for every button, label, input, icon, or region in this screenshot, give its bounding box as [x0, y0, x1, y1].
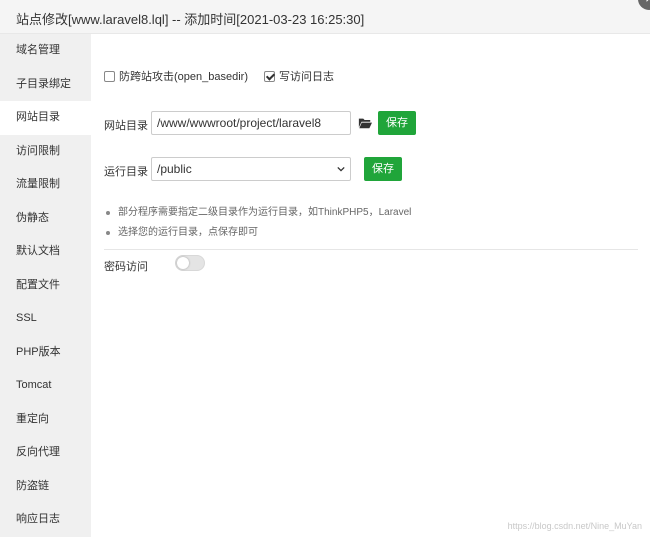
sidebar-item-hotlink-protection[interactable]: 防盗链 — [0, 470, 91, 504]
tip-item: 选择您的运行目录，点保存即可 — [104, 226, 638, 246]
run-dir-label: 运行目录 — [104, 166, 148, 178]
main-panel: 防跨站攻击(open_basedir) 写访问日志 网站目录 保存 运行目录 /… — [91, 34, 650, 537]
run-dir-selected-value: /public — [157, 162, 192, 176]
sidebar-item-default-doc[interactable]: 默认文档 — [0, 235, 91, 269]
site-dir-label: 网站目录 — [104, 120, 148, 132]
sidebar-item-rewrite[interactable]: 伪静态 — [0, 202, 91, 236]
sidebar-item-access-limit[interactable]: 访问限制 — [0, 135, 91, 169]
sidebar-item-php-version[interactable]: PHP版本 — [0, 336, 91, 370]
access-log-option[interactable]: 写访问日志 — [264, 68, 334, 84]
run-dir-select[interactable]: /public — [151, 157, 351, 181]
sidebar-item-reverse-proxy[interactable]: 反向代理 — [0, 436, 91, 470]
dialog-titlebar: 站点修改[www.laravel8.lql] -- 添加时间[2021-03-2… — [0, 0, 650, 34]
tip-item: 部分程序需要指定二级目录作为运行目录，如ThinkPHP5，Laravel — [104, 206, 638, 226]
sidebar-item-domain[interactable]: 域名管理 — [0, 34, 91, 68]
password-access-label: 密码访问 — [104, 261, 148, 273]
watermark: https://blog.csdn.net/Nine_MuYan — [507, 521, 642, 531]
sidebar-item-tomcat[interactable]: Tomcat — [0, 369, 91, 403]
anti-cross-site-option[interactable]: 防跨站攻击(open_basedir) — [104, 68, 248, 84]
run-dir-save-button[interactable]: 保存 — [364, 157, 402, 181]
site-dir-save-button[interactable]: 保存 — [378, 111, 416, 135]
anti-cross-site-label: 防跨站攻击(open_basedir) — [119, 71, 248, 83]
dialog-title: 站点修改[www.laravel8.lql] -- 添加时间[2021-03-2… — [16, 12, 365, 27]
sidebar-item-response-log[interactable]: 响应日志 — [0, 503, 91, 537]
chevron-down-icon — [337, 166, 345, 172]
options-row: 防跨站攻击(open_basedir) 写访问日志 — [104, 68, 350, 84]
sidebar-item-ssl[interactable]: SSL — [0, 302, 91, 336]
access-log-label: 写访问日志 — [279, 71, 334, 83]
sidebar-item-traffic-limit[interactable]: 流量限制 — [0, 168, 91, 202]
sidebar-item-config-file[interactable]: 配置文件 — [0, 269, 91, 303]
sidebar: 域名管理 子目录绑定 网站目录 访问限制 流量限制 伪静态 默认文档 配置文件 … — [0, 34, 91, 537]
sidebar-item-subdir-binding[interactable]: 子目录绑定 — [0, 68, 91, 102]
folder-open-icon[interactable] — [358, 116, 372, 130]
sidebar-item-redirect[interactable]: 重定向 — [0, 403, 91, 437]
access-log-checkbox[interactable] — [264, 70, 275, 82]
site-dir-input[interactable] — [151, 111, 351, 135]
anti-cross-site-checkbox[interactable] — [104, 70, 115, 82]
password-access-toggle[interactable] — [175, 255, 205, 271]
toggle-knob — [177, 257, 189, 269]
sidebar-item-site-directory[interactable]: 网站目录 — [0, 101, 91, 135]
tips-list: 部分程序需要指定二级目录作为运行目录，如ThinkPHP5，Laravel 选择… — [104, 206, 638, 250]
